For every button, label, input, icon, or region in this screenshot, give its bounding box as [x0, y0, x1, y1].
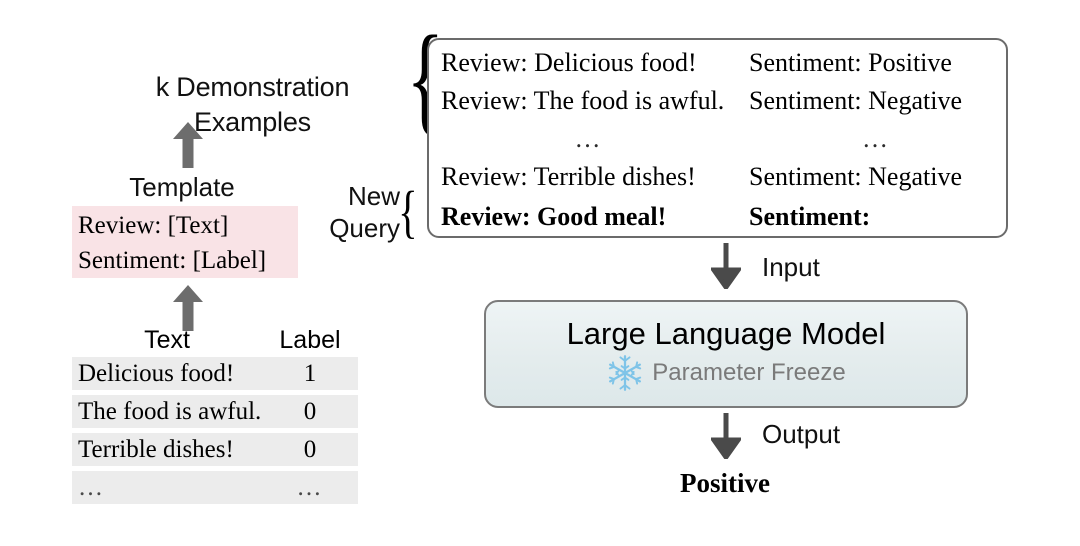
template-line-review: Review: [Text]	[78, 212, 229, 239]
table-cell-label: 1	[303, 359, 317, 387]
table-row: Delicious food! 1	[72, 357, 358, 390]
table-cell-label: 0	[303, 397, 317, 425]
prompt-row-query: Review: Good meal! Sentiment:	[429, 196, 1006, 238]
k-demonstration-examples-label: k Demonstration Examples	[110, 70, 395, 140]
table-cell-text: Delicious food!	[78, 359, 235, 387]
llm-title: Large Language Model	[566, 316, 886, 351]
prompt-query-review-text: Review: Good meal!	[441, 202, 667, 231]
prompt-row: Review: Terrible dishes! Sentiment: Nega…	[429, 158, 1006, 196]
table-row: The food is awful. 0	[72, 395, 358, 428]
parameter-freeze-label: Parameter Freeze	[652, 359, 846, 386]
prompt-row: Review: Delicious food! Sentiment: Posit…	[429, 44, 1006, 82]
arrow-template-to-demonstrations	[171, 120, 205, 175]
prompt-query-sentiment-text: Sentiment:	[749, 202, 871, 231]
output-label: Output	[762, 419, 841, 449]
table-header-row: Text Label	[72, 323, 358, 357]
table-header-text: Text	[144, 325, 190, 354]
prompt-review-text: Review: Delicious food!	[441, 48, 697, 77]
arrow-model-to-output	[709, 413, 743, 464]
prompt-review-text: Review: Terrible dishes!	[441, 162, 696, 191]
k-demonstration-line-1: k Demonstration	[155, 72, 350, 102]
output-value: Positive	[680, 468, 770, 498]
k-demonstration-line-2: Examples	[194, 107, 311, 137]
new-query-line-1: New	[347, 181, 400, 211]
new-query-label: New Query	[300, 180, 400, 244]
brace-new-query: {	[398, 179, 418, 244]
template-line-sentiment: Sentiment: [Label]	[78, 247, 267, 274]
template-box: Review: [Text] Sentiment: [Label]	[72, 206, 298, 278]
new-query-line-2: Query	[329, 213, 400, 243]
prompt-review-text: …	[574, 124, 604, 153]
table-cell-label: 0	[303, 435, 317, 463]
arrow-input-to-model	[709, 243, 743, 294]
prompt-sentiment-text: Sentiment: Negative	[749, 86, 963, 115]
table-cell-text: The food is awful.	[78, 397, 262, 425]
table-cell-label: …	[296, 473, 324, 501]
input-label: Input	[762, 252, 820, 282]
template-label: Template	[129, 172, 235, 202]
prompt-row: Review: The food is awful. Sentiment: Ne…	[429, 82, 1006, 120]
snowflake-icon	[606, 354, 644, 392]
dataset-table: Text Label Delicious food! 1 The food is…	[72, 323, 358, 509]
large-language-model-box: Large Language Model Parameter Freeze	[484, 300, 968, 408]
parameter-freeze-row: Parameter Freeze	[606, 354, 846, 392]
prompt-sentiment-text: …	[862, 124, 891, 153]
prompt-sentiment-text: Sentiment: Negative	[749, 162, 963, 191]
prompt-row-ellipsis: … …	[429, 120, 1006, 158]
table-row-ellipsis: … …	[72, 471, 358, 504]
prompt-sentiment-text: Sentiment: Positive	[749, 48, 952, 77]
prompt-box: Review: Delicious food! Sentiment: Posit…	[427, 38, 1008, 238]
table-cell-text: …	[78, 473, 105, 501]
table-header-label: Label	[279, 325, 341, 354]
table-row: Terrible dishes! 0	[72, 433, 358, 466]
table-cell-text: Terrible dishes!	[78, 435, 234, 463]
prompt-review-text: Review: The food is awful.	[441, 86, 725, 115]
